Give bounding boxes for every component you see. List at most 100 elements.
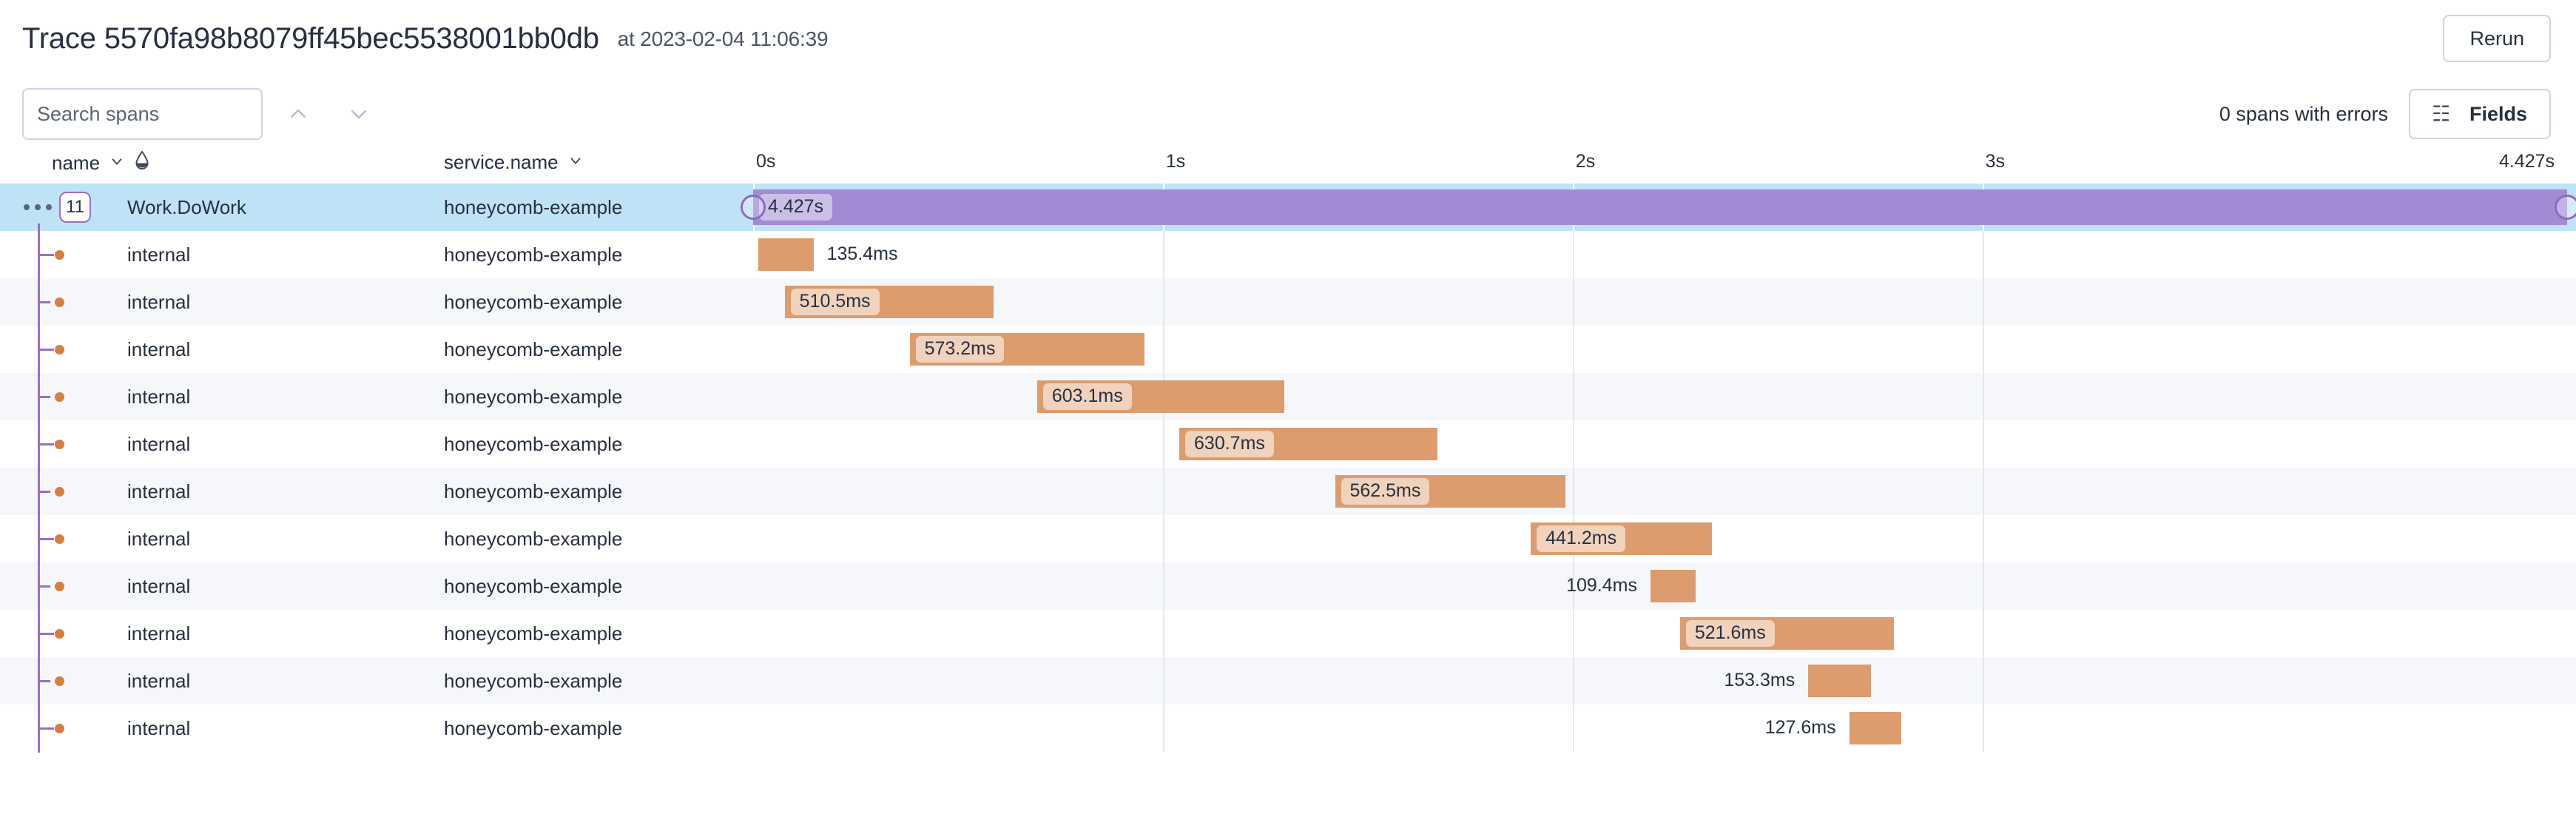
table-row[interactable]: 135.4ms internal honeycomb-example <box>0 231 2576 278</box>
gridline-2s <box>1572 326 1574 373</box>
span-name[interactable]: Work.DoWork <box>127 184 246 231</box>
table-row[interactable]: 603.1ms internal honeycomb-example <box>0 373 2576 420</box>
row-timeline: 562.5ms <box>753 468 2567 515</box>
span-service-name: honeycomb-example <box>444 622 623 645</box>
span-bar[interactable]: 153.3ms <box>1724 665 1872 697</box>
span-duration-label: 521.6ms <box>1685 620 1775 647</box>
root-row-controls: 11 <box>24 184 91 231</box>
table-row-root[interactable]: 4.427s 11 Work.DoWork honeycomb-example <box>0 184 2576 231</box>
span-name[interactable]: internal <box>127 657 190 705</box>
table-row[interactable]: 153.3ms internal honeycomb-example <box>0 657 2576 705</box>
span-name[interactable]: internal <box>127 420 190 468</box>
span-kind-dot-icon <box>55 629 64 639</box>
span-duration-label: 4.427s <box>759 194 833 221</box>
more-options-icon[interactable] <box>24 204 52 210</box>
search-prev-button[interactable] <box>273 88 323 140</box>
span-service-name: honeycomb-example <box>444 574 623 597</box>
chevron-down-icon <box>348 103 370 125</box>
span-service-name: honeycomb-example <box>444 243 623 266</box>
gridline-3s <box>1982 420 1984 468</box>
table-row[interactable]: 630.7ms internal honeycomb-example <box>0 420 2576 468</box>
span-end-marker <box>2555 195 2576 220</box>
page-title-prefix: Trace <box>22 21 96 55</box>
span-kind-dot-icon <box>55 724 64 733</box>
span-name[interactable]: internal <box>127 326 190 373</box>
span-service-name: honeycomb-example <box>444 337 623 360</box>
droplet-icon[interactable] <box>134 150 150 175</box>
span-duration-label: 127.6ms <box>1764 717 1836 739</box>
tree-connector <box>38 396 54 398</box>
span-name[interactable]: internal <box>127 468 190 515</box>
span-bar[interactable]: 510.5ms <box>784 286 994 318</box>
span-bar[interactable]: 4.427s <box>741 189 2576 225</box>
span-name[interactable]: internal <box>127 231 190 278</box>
gridline-3s <box>1982 278 1984 326</box>
span-name[interactable]: internal <box>127 610 190 657</box>
chevron-down-icon[interactable] <box>109 152 125 175</box>
fields-list-icon <box>2432 104 2453 125</box>
span-kind-dot-icon <box>55 250 64 260</box>
gridline-1s <box>1162 562 1164 610</box>
child-span-count-badge[interactable]: 11 <box>59 192 91 223</box>
table-row[interactable]: 562.5ms internal honeycomb-example <box>0 468 2576 515</box>
trace-header: Trace 5570fa98b8079ff45bec5538001bb0db a… <box>0 0 2576 77</box>
span-duration-label: 510.5ms <box>790 289 880 315</box>
search-input[interactable] <box>22 88 263 140</box>
gridline-3s <box>1982 515 1984 562</box>
span-bar[interactable]: 127.6ms <box>1765 712 1902 744</box>
column-header-service-name[interactable]: service.name <box>444 151 584 174</box>
table-column-headers: name service.name 0s 1s 2s 3s 4.427s <box>0 150 2576 184</box>
span-bar[interactable]: 135.4ms <box>758 238 898 271</box>
span-name[interactable]: internal <box>127 373 190 420</box>
span-name[interactable]: internal <box>127 515 190 562</box>
gridline-1s <box>1162 420 1164 468</box>
span-name[interactable]: internal <box>127 705 190 752</box>
span-bar[interactable]: 562.5ms <box>1335 475 1566 508</box>
error-span-count: 0 spans with errors <box>2219 102 2388 125</box>
table-row[interactable]: 573.2ms internal honeycomb-example <box>0 326 2576 373</box>
span-bar[interactable]: 603.1ms <box>1036 380 1284 413</box>
row-timeline: 153.3ms <box>753 657 2567 705</box>
tree-connector <box>38 727 54 730</box>
tree-connector <box>38 301 54 303</box>
table-row[interactable]: 510.5ms internal honeycomb-example <box>0 278 2576 326</box>
span-bar[interactable]: 441.2ms <box>1531 522 1712 555</box>
column-header-name[interactable]: name <box>52 150 150 175</box>
rerun-button[interactable]: Rerun <box>2443 15 2551 62</box>
gridline-1s <box>1162 231 1164 278</box>
span-kind-dot-icon <box>55 392 64 402</box>
axis-tick-3: 3s <box>1985 151 2006 172</box>
span-name[interactable]: internal <box>127 278 190 326</box>
trace-timestamp: at 2023-02-04 11:06:39 <box>617 27 829 50</box>
gridline-3s <box>1982 610 1984 657</box>
row-timeline: 127.6ms <box>753 705 2567 752</box>
span-name[interactable]: internal <box>127 562 190 610</box>
span-service-name: honeycomb-example <box>444 480 623 502</box>
table-row[interactable]: 521.6ms internal honeycomb-example <box>0 610 2576 657</box>
gridline-1s <box>1162 515 1164 562</box>
chevron-down-icon[interactable] <box>567 151 584 174</box>
fields-button[interactable]: Fields <box>2408 89 2551 139</box>
table-row[interactable]: 109.4ms internal honeycomb-example <box>0 562 2576 610</box>
gridline-1s <box>1162 326 1164 373</box>
row-timeline: 135.4ms <box>753 231 2567 278</box>
table-row[interactable]: 441.2ms internal honeycomb-example <box>0 515 2576 562</box>
tree-connector <box>38 349 54 351</box>
span-kind-dot-icon <box>55 345 64 354</box>
row-timeline: 521.6ms <box>753 610 2567 657</box>
column-header-service-name-label: service.name <box>444 151 559 173</box>
search-next-button[interactable] <box>334 88 384 140</box>
span-bar[interactable]: 573.2ms <box>909 333 1145 366</box>
gridline-3s <box>1982 373 1984 420</box>
span-bar[interactable]: 521.6ms <box>1679 617 1894 650</box>
span-bar[interactable]: 109.4ms <box>1566 570 1696 602</box>
gridline-1s <box>1162 610 1164 657</box>
gridline-1s <box>1162 657 1164 705</box>
span-kind-dot-icon <box>55 582 64 591</box>
span-bar[interactable]: 630.7ms <box>1179 428 1438 460</box>
spans-toolbar: 0 spans with errors Fields <box>0 77 2576 151</box>
table-row[interactable]: 127.6ms internal honeycomb-example <box>0 705 2576 752</box>
axis-tick-2: 2s <box>1575 151 1596 172</box>
gridline-2s <box>1572 420 1574 468</box>
gridline-1s <box>1162 705 1164 752</box>
